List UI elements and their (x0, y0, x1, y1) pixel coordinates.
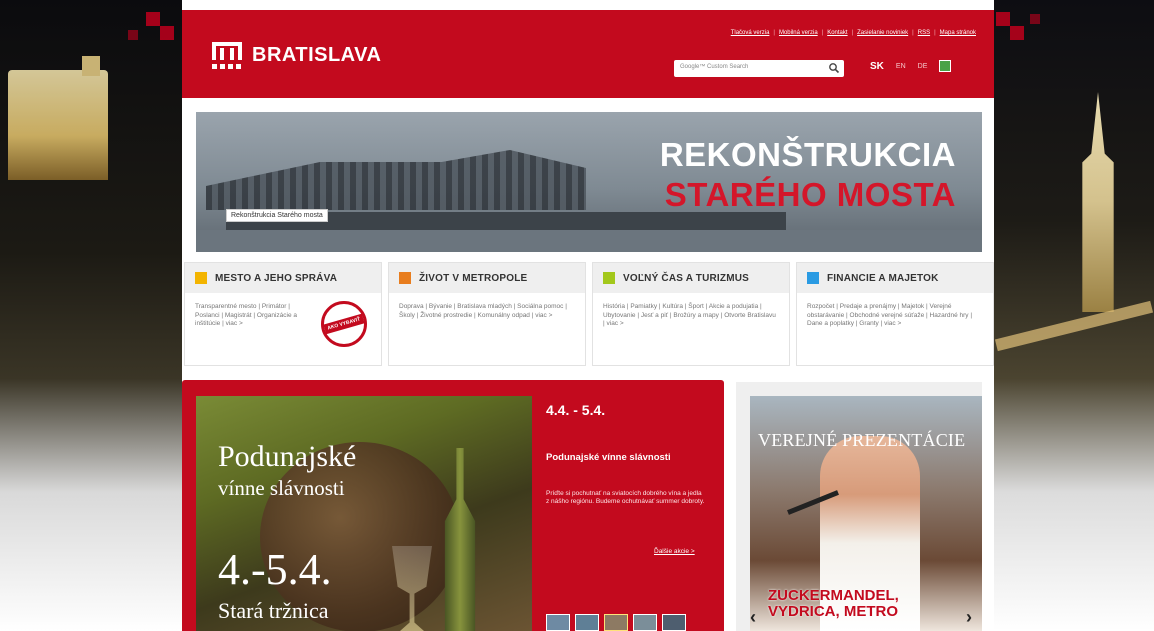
category-color-marker (807, 272, 819, 284)
background-right-cathedral (994, 0, 1154, 631)
event-description: Príďte si pochutnať na sviatocích dobréh… (546, 490, 705, 505)
bratislava-logo-icon (210, 38, 244, 72)
image-subtitle: vínne slávnosti (218, 476, 345, 500)
category-header: MESTO A JEHO SPRÁVA (185, 263, 381, 293)
image-title: Podunajské (218, 440, 357, 473)
caption-line2: VYDRICA, METRO (768, 603, 899, 620)
lang-sk[interactable]: SK (870, 61, 884, 72)
event-date: 4.4. - 5.4. (546, 402, 606, 418)
presentations-box: VEREJNÉ PREZENTÁCIE ZUCKERMANDEL, VYDRIC… (736, 382, 982, 631)
top-links: Tlačová verzia | Mobilná verzia | Kontakt |… (730, 30, 976, 36)
language-switcher: SK EN DE (870, 60, 952, 72)
contact-link[interactable]: Kontakt (827, 30, 847, 36)
category-links[interactable]: História | Pamiatky | Kultúra | Šport | … (593, 293, 789, 339)
page-container: BRATISLAVA Tlačová verzia | Mobilná verzi… (182, 10, 994, 631)
pixel-decoration (146, 12, 160, 26)
stamp-icon[interactable]: AKO VYBAVIŤ (321, 301, 367, 347)
category-zivot[interactable]: ŽIVOT V METROPOLE Doprava | Bývanie | Br… (388, 262, 586, 366)
category-header: VOĽNÝ ČAS A TURIZMUS (593, 263, 789, 293)
bridge-lights-image (994, 300, 1154, 352)
cathedral-spire-image (1082, 92, 1114, 312)
category-header: ŽIVOT V METROPOLE (389, 263, 585, 293)
pixel-decoration (1030, 14, 1040, 24)
thumbnail[interactable] (633, 614, 657, 631)
search-icon[interactable] (828, 62, 840, 74)
thumbnail[interactable] (546, 614, 570, 631)
event-thumbnails (546, 614, 686, 631)
category-color-marker (603, 272, 615, 284)
stamp-label: AKO VYBAVIŤ (323, 313, 365, 335)
castle-image (8, 56, 108, 180)
bridge-crane-image (206, 150, 586, 210)
presentations-title: VEREJNÉ PREZENTÁCIE (758, 430, 966, 450)
category-header: FINANCIE A MAJETOK (797, 263, 993, 293)
thumbnail-active[interactable] (604, 614, 628, 631)
category-financie[interactable]: FINANCIE A MAJETOK Rozpočet | Predaje a … (796, 262, 994, 366)
event-title[interactable]: Podunajské vínne slávnosti (546, 452, 706, 463)
site-header: BRATISLAVA Tlačová verzia | Mobilná verzi… (182, 10, 994, 98)
pixel-decoration (1010, 26, 1024, 40)
featured-event: Podunajské vínne slávnosti 4.-5.4. Stará… (182, 380, 724, 631)
print-version-link[interactable]: Tlačová verzia (731, 30, 770, 36)
category-title[interactable]: VOĽNÝ ČAS A TURIZMUS (623, 273, 749, 284)
category-volny-cas[interactable]: VOĽNÝ ČAS A TURIZMUS História | Pamiatky… (592, 262, 790, 366)
banner-title-line2: STARÉHO MOSTA (664, 176, 956, 213)
category-color-marker (195, 272, 207, 284)
background-left-castle (0, 0, 182, 631)
lang-en[interactable]: EN (896, 63, 906, 70)
category-links[interactable]: Rozpočet | Predaje a prenájmy | Majetok … (797, 293, 993, 339)
thumbnail[interactable] (575, 614, 599, 631)
image-date: 4.-5.4. (218, 545, 332, 594)
category-title[interactable]: FINANCIE A MAJETOK (827, 273, 939, 284)
category-mesto[interactable]: MESTO A JEHO SPRÁVA Transparentné mesto … (184, 262, 382, 366)
sitemap-link[interactable]: Mapa stránok (940, 30, 976, 36)
newsletter-link[interactable]: Zasielanie noviniek (857, 30, 908, 36)
category-title[interactable]: ŽIVOT V METROPOLE (419, 273, 527, 284)
hero-banner[interactable]: Rekonštrukcia Starého mosta REKONŠTRUKCI… (196, 112, 982, 252)
bottle-image (444, 448, 476, 631)
lang-de[interactable]: DE (918, 63, 928, 70)
chevron-left-icon[interactable]: ‹ (750, 607, 764, 627)
mobile-version-link[interactable]: Mobilná verzia (779, 30, 818, 36)
pixel-decoration (160, 26, 174, 40)
search-input[interactable]: Google™ Custom Search (674, 60, 844, 77)
accessibility-icon[interactable] (939, 60, 952, 72)
banner-caption: Rekonštrukcia Starého mosta (226, 209, 328, 222)
presentations-image[interactable]: VEREJNÉ PREZENTÁCIE ZUCKERMANDEL, VYDRIC… (750, 396, 982, 631)
image-place: Stará tržnica (218, 598, 329, 623)
more-events-link[interactable]: Ďalšie akcie > (654, 548, 695, 555)
chevron-right-icon[interactable]: › (966, 607, 980, 627)
presentations-caption: ZUCKERMANDEL, VYDRICA, METRO (768, 588, 899, 620)
category-title[interactable]: MESTO A JEHO SPRÁVA (215, 273, 337, 284)
category-links[interactable]: Doprava | Bývanie | Bratislava mladých |… (389, 293, 585, 330)
river-image (196, 230, 982, 252)
thumbnail[interactable] (662, 614, 686, 631)
banner-title-line1: REKONŠTRUKCIA (659, 136, 956, 173)
pixel-decoration (996, 12, 1010, 26)
category-links[interactable]: Transparentné mesto | Primátor | Poslanc… (185, 293, 315, 339)
rss-link[interactable]: RSS (918, 30, 930, 36)
pixel-decoration (128, 30, 138, 40)
category-boxes: MESTO A JEHO SPRÁVA Transparentné mesto … (182, 262, 994, 366)
featured-event-image[interactable]: Podunajské vínne slávnosti 4.-5.4. Stará… (196, 396, 532, 631)
caption-line1: ZUCKERMANDEL, (768, 587, 899, 604)
search-placeholder: Google™ Custom Search (680, 64, 749, 70)
logo[interactable]: BRATISLAVA (210, 38, 381, 72)
logo-text: BRATISLAVA (252, 43, 382, 66)
category-color-marker (399, 272, 411, 284)
banner-title: REKONŠTRUKCIA STARÉHO MOSTA (660, 136, 956, 214)
